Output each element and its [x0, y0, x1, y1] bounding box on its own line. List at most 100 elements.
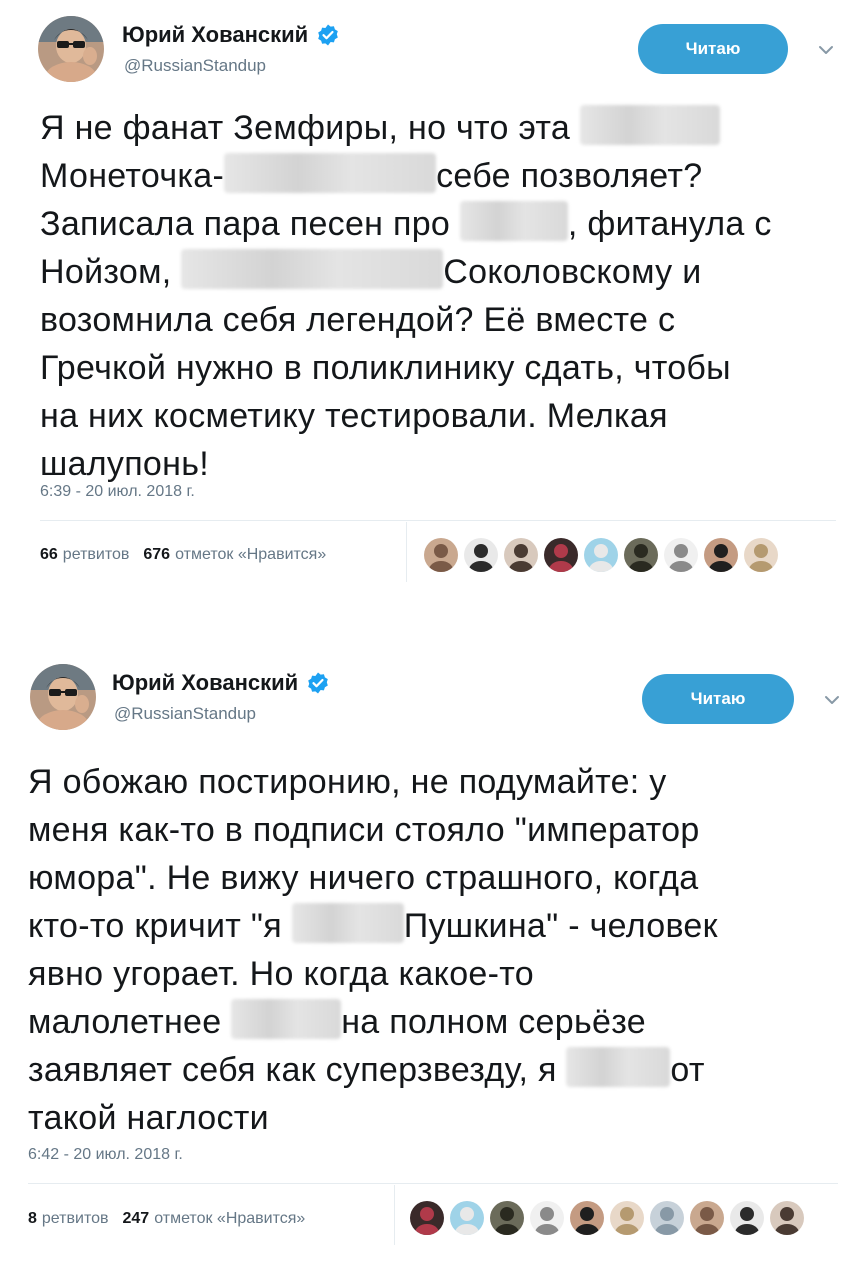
- liker-avatar[interactable]: [530, 1201, 564, 1235]
- tweet-text-line: на них косметику тестировали. Мелкая: [40, 397, 668, 435]
- liker-avatar[interactable]: [730, 1201, 764, 1235]
- liker-avatar[interactable]: [490, 1201, 524, 1235]
- tweet-text-line: малолетнее на полном серьёзе: [28, 998, 858, 1046]
- tweet-stats: 66 ретвитов 676 отметок «Нравится»: [40, 546, 326, 564]
- text-segment: малолетнее: [28, 1003, 232, 1041]
- user-avatar-icon: [30, 664, 96, 730]
- tweet-text: Я не фанат Земфиры, но что эта Монеточка…: [40, 104, 840, 488]
- retweets-stat[interactable]: 66 ретвитов: [40, 546, 129, 564]
- tweet-timestamp[interactable]: 6:39 - 20 июл. 2018 г.: [40, 483, 195, 501]
- tweet-card: Юрий Хованский @RussianStandup Читаю Я о…: [0, 640, 865, 1263]
- liker-avatars: [410, 1201, 804, 1235]
- user-avatar-icon: [584, 538, 618, 572]
- author-avatar[interactable]: [38, 16, 104, 82]
- likes-stat[interactable]: 247 отметок «Нравится»: [122, 1210, 305, 1228]
- liker-avatar[interactable]: [424, 538, 458, 572]
- author-name[interactable]: Юрий Хованский: [112, 670, 298, 696]
- liker-avatar[interactable]: [704, 538, 738, 572]
- likes-count: 676: [143, 546, 171, 563]
- censored-word: [224, 153, 437, 193]
- tweet-card: Юрий Хованский @RussianStandup Читаю Я н…: [0, 0, 865, 600]
- retweets-count: 8: [28, 1210, 37, 1227]
- censored-word: [459, 201, 568, 241]
- likes-label: отметок «Нравится»: [175, 546, 327, 563]
- tweet-text-line: явно угорает. Но когда какое-то: [28, 955, 534, 993]
- tweet-text-line: юмора". Не вижу ничего страшного, когда: [28, 859, 699, 897]
- tweet-text-line: такой наглости: [28, 1099, 269, 1137]
- user-avatar-icon: [410, 1201, 444, 1235]
- user-avatar-icon: [770, 1201, 804, 1235]
- text-segment: Пушкина" - человек: [403, 907, 718, 945]
- liker-avatar[interactable]: [410, 1201, 444, 1235]
- user-avatar-icon: [704, 538, 738, 572]
- chevron-down-icon[interactable]: [820, 688, 844, 712]
- user-avatar-icon: [544, 538, 578, 572]
- text-segment: , фитанула с: [567, 205, 772, 243]
- retweets-stat[interactable]: 8 ретвитов: [28, 1210, 108, 1228]
- liker-avatar[interactable]: [570, 1201, 604, 1235]
- censored-word: [291, 903, 404, 943]
- liker-avatar[interactable]: [650, 1201, 684, 1235]
- user-avatar-icon: [450, 1201, 484, 1235]
- text-segment: Я не фанат Земфиры, но что эта: [40, 109, 580, 147]
- user-avatar-icon: [690, 1201, 724, 1235]
- following-button[interactable]: Читаю: [638, 24, 788, 74]
- text-segment: Нойзом,: [40, 253, 182, 291]
- user-avatar-icon: [650, 1201, 684, 1235]
- verified-badge-icon: [318, 24, 338, 46]
- user-avatar-icon: [504, 538, 538, 572]
- censored-word: [231, 999, 342, 1039]
- divider: [40, 520, 836, 521]
- tweet-text-line: Я обожаю постиронию, не подумайте: у: [28, 763, 667, 801]
- liker-avatar[interactable]: [624, 538, 658, 572]
- user-avatar-icon: [38, 16, 104, 82]
- tweet-text-line: кто-то кричит "я Пушкина" - человек: [28, 902, 858, 950]
- liker-avatar[interactable]: [544, 538, 578, 572]
- liker-avatar[interactable]: [690, 1201, 724, 1235]
- divider: [406, 522, 407, 582]
- tweet-text-line: Я не фанат Земфиры, но что эта: [40, 104, 840, 152]
- likes-stat[interactable]: 676 отметок «Нравится»: [143, 546, 326, 564]
- censored-word: [566, 1047, 671, 1087]
- text-segment: себе позволяет?: [436, 157, 703, 195]
- text-segment: от: [670, 1051, 705, 1089]
- tweet-text-line: Монеточка-себе позволяет?: [40, 152, 840, 200]
- author-handle[interactable]: @RussianStandup: [124, 56, 266, 76]
- author-avatar[interactable]: [30, 664, 96, 730]
- tweet-text-line: шалупонь!: [40, 445, 209, 483]
- user-avatar-icon: [424, 538, 458, 572]
- divider: [28, 1183, 838, 1184]
- text-segment: на полном серьёзе: [341, 1003, 646, 1041]
- following-button[interactable]: Читаю: [642, 674, 794, 724]
- liker-avatar[interactable]: [770, 1201, 804, 1235]
- tweet-text-line: возомнила себя легендой? Её вместе с: [40, 301, 676, 339]
- author-name[interactable]: Юрий Хованский: [122, 22, 308, 48]
- liker-avatar[interactable]: [464, 538, 498, 572]
- author-name-row[interactable]: Юрий Хованский: [112, 670, 330, 696]
- likes-count: 247: [122, 1210, 150, 1227]
- text-segment: Записала пара песен про: [40, 205, 460, 243]
- chevron-down-icon[interactable]: [814, 38, 838, 62]
- author-handle[interactable]: @RussianStandup: [114, 704, 256, 724]
- liker-avatars: [424, 538, 778, 572]
- text-segment: кто-то кричит "я: [28, 907, 292, 945]
- text-segment: Монеточка-: [40, 157, 225, 195]
- user-avatar-icon: [730, 1201, 764, 1235]
- text-segment: заявляет себя как суперзвезду, я: [28, 1051, 567, 1089]
- liker-avatar[interactable]: [584, 538, 618, 572]
- tweet-text-line: Нойзом, Соколовскому и: [40, 248, 840, 296]
- divider: [394, 1185, 395, 1245]
- verified-badge-icon: [308, 672, 328, 694]
- tweet-timestamp[interactable]: 6:42 - 20 июл. 2018 г.: [28, 1146, 183, 1164]
- liker-avatar[interactable]: [664, 538, 698, 572]
- user-avatar-icon: [744, 538, 778, 572]
- liker-avatar[interactable]: [450, 1201, 484, 1235]
- tweet-text: Я обожаю постиронию, не подумайте: у мен…: [28, 758, 858, 1142]
- liker-avatar[interactable]: [744, 538, 778, 572]
- tweet-text-line: меня как-то в подписи стояло "император: [28, 811, 700, 849]
- author-name-row[interactable]: Юрий Хованский: [122, 22, 340, 48]
- tweet-stats: 8 ретвитов 247 отметок «Нравится»: [28, 1210, 305, 1228]
- liker-avatar[interactable]: [610, 1201, 644, 1235]
- text-segment: Соколовскому и: [443, 253, 702, 291]
- liker-avatar[interactable]: [504, 538, 538, 572]
